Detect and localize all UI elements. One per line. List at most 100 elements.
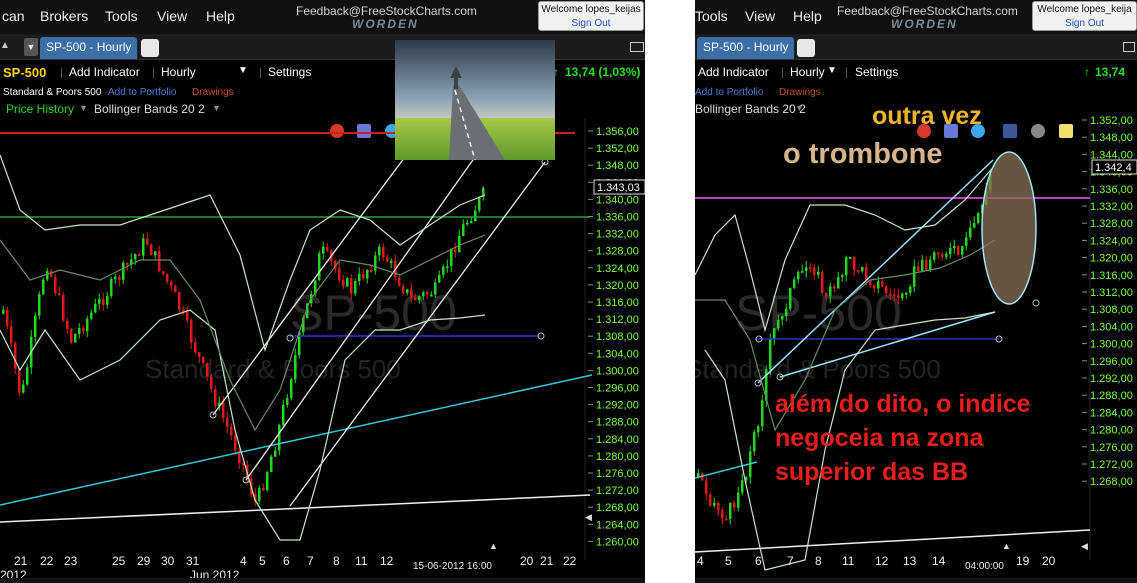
date-axis-label: 7 xyxy=(787,554,794,568)
candle-body xyxy=(889,293,892,296)
candle-body xyxy=(881,281,884,287)
settings-button[interactable]: Settings xyxy=(268,65,311,79)
settings-button-right[interactable]: Settings xyxy=(855,65,898,79)
sign-out-link[interactable]: Sign Out xyxy=(539,18,643,29)
menu-scan[interactable]: can xyxy=(2,8,25,24)
price-history-chevron-icon[interactable]: ▼ xyxy=(79,103,88,113)
candle-body xyxy=(765,369,768,401)
candle-body xyxy=(769,339,772,370)
date-axis-label: 8 xyxy=(333,554,340,568)
facebook-icon[interactable] xyxy=(1003,124,1017,138)
tab-dropdown-icon[interactable]: ▼ xyxy=(24,38,38,56)
candle-body xyxy=(865,266,868,280)
interval-chevron-down-icon[interactable]: ▼ xyxy=(238,65,248,76)
current-price-box-right xyxy=(1091,159,1137,175)
date-axis-label: 31 xyxy=(186,554,200,568)
candle-body xyxy=(697,473,700,478)
menu-help[interactable]: Help xyxy=(206,8,235,24)
candle-body xyxy=(985,189,988,205)
cursor-date-label: 15-06-2012 16:00 xyxy=(413,561,492,572)
tab-sp500-hourly[interactable]: SP-500 - Hourly xyxy=(40,37,138,59)
axis-right-arrow-icon-right[interactable]: ◀ xyxy=(1081,541,1088,552)
candle-body xyxy=(102,298,105,305)
add-indicator-button[interactable]: Add Indicator xyxy=(69,65,140,79)
binoculars-icon[interactable] xyxy=(1031,124,1045,138)
candle-body xyxy=(917,266,920,271)
interval-select-right[interactable]: Hourly xyxy=(790,65,825,79)
date-axis-label: 11 xyxy=(355,554,368,568)
sign-out-link-right[interactable]: Sign Out xyxy=(1033,18,1136,29)
price-axis-label: 1.304,00 xyxy=(596,348,639,360)
symbol-label[interactable]: SP-500 xyxy=(3,65,46,80)
layout-icon[interactable] xyxy=(630,42,644,52)
date-axis-label: 19 xyxy=(1016,554,1030,568)
candle-body xyxy=(478,197,481,211)
layers-icon[interactable] xyxy=(357,124,371,138)
price-axis-label: 1.304,00 xyxy=(1090,321,1133,333)
feedback-link-right[interactable]: Feedback@FreeStockCharts.com xyxy=(837,4,1018,18)
menu-tools-right[interactable]: Tools xyxy=(695,8,728,24)
price-axis-label: 1.268,00 xyxy=(596,502,639,514)
price-axis-label: 1.308,00 xyxy=(596,331,639,343)
candle-body xyxy=(310,293,313,304)
tab-arrow-icon[interactable]: ▲ xyxy=(0,40,10,51)
alarm-icon[interactable] xyxy=(330,124,344,138)
drawings-link[interactable]: Drawings xyxy=(192,87,234,98)
bollinger-label-right[interactable]: Bollinger Bands 20 2 xyxy=(695,102,806,116)
price-axis-label: 1.340,00 xyxy=(596,194,639,206)
price-axis-label: 1.332,00 xyxy=(596,229,639,241)
candle-body xyxy=(342,280,345,287)
scroll-up-icon-right[interactable]: ▲ xyxy=(1002,541,1011,551)
candle-body xyxy=(302,318,305,333)
menu-brokers[interactable]: Brokers xyxy=(40,8,88,24)
new-tab-icon[interactable] xyxy=(141,39,159,57)
note-icon[interactable] xyxy=(1059,124,1073,138)
candle-body xyxy=(370,270,373,273)
tab-sp500-hourly-right[interactable]: SP-500 - Hourly xyxy=(697,37,795,59)
feedback-link[interactable]: Feedback@FreeStockCharts.com xyxy=(296,4,477,18)
price-axis-label: 1.284,00 xyxy=(596,434,639,446)
current-price-box xyxy=(593,179,645,195)
interval-chevron-down-icon-right[interactable]: ▼ xyxy=(827,65,837,76)
candle-body xyxy=(981,204,984,214)
bollinger-label[interactable]: Bollinger Bands 20 2 xyxy=(94,102,205,116)
candle-body xyxy=(38,294,41,316)
candle-body xyxy=(6,309,9,326)
candle-body xyxy=(42,279,45,295)
candle-body xyxy=(190,320,193,343)
axis-right-arrow-icon[interactable]: ◀ xyxy=(585,512,592,523)
interval-select[interactable]: Hourly xyxy=(161,65,196,79)
candle-body xyxy=(805,267,808,271)
candle-body xyxy=(170,281,173,286)
candle-body xyxy=(14,343,17,369)
candle-body xyxy=(122,262,125,280)
wedge-handle-b xyxy=(776,373,784,381)
candle-body xyxy=(262,488,265,491)
menu-view-right[interactable]: View xyxy=(745,8,775,24)
candle-body xyxy=(258,488,261,502)
menu-tools[interactable]: Tools xyxy=(105,8,138,24)
add-portfolio-link-right[interactable]: Add to Portfolio xyxy=(695,87,763,98)
welcome-text-right: Welcome lopes_keija xyxy=(1037,4,1132,15)
candle-body xyxy=(206,362,209,377)
add-indicator-button-right[interactable]: Add Indicator xyxy=(698,65,769,79)
candle-body xyxy=(162,271,165,274)
bollinger-chevron-icon[interactable]: ▼ xyxy=(212,103,221,113)
bollinger-chevron-icon-right[interactable]: ▼ xyxy=(795,103,804,113)
layout-icon-right[interactable] xyxy=(1123,42,1135,52)
price-history-label[interactable]: Price History xyxy=(6,102,74,116)
menu-help-right[interactable]: Help xyxy=(793,8,822,24)
add-portfolio-link[interactable]: Add to Portfolio xyxy=(108,87,176,98)
scroll-up-icon[interactable]: ▲ xyxy=(489,541,498,551)
menu-view[interactable]: View xyxy=(157,8,187,24)
candle-body xyxy=(2,309,5,314)
candle-body xyxy=(717,502,720,511)
candle-body xyxy=(350,278,353,294)
new-tab-icon-right[interactable] xyxy=(797,39,815,57)
drawings-link-right[interactable]: Drawings xyxy=(779,87,821,98)
candle-body xyxy=(737,492,740,508)
watermark-symbol: SP-500 xyxy=(290,285,457,341)
price-axis-label: 1.352,00 xyxy=(596,143,639,155)
candle-body xyxy=(398,277,401,286)
current-price-label: 1.343,03 xyxy=(597,182,640,194)
